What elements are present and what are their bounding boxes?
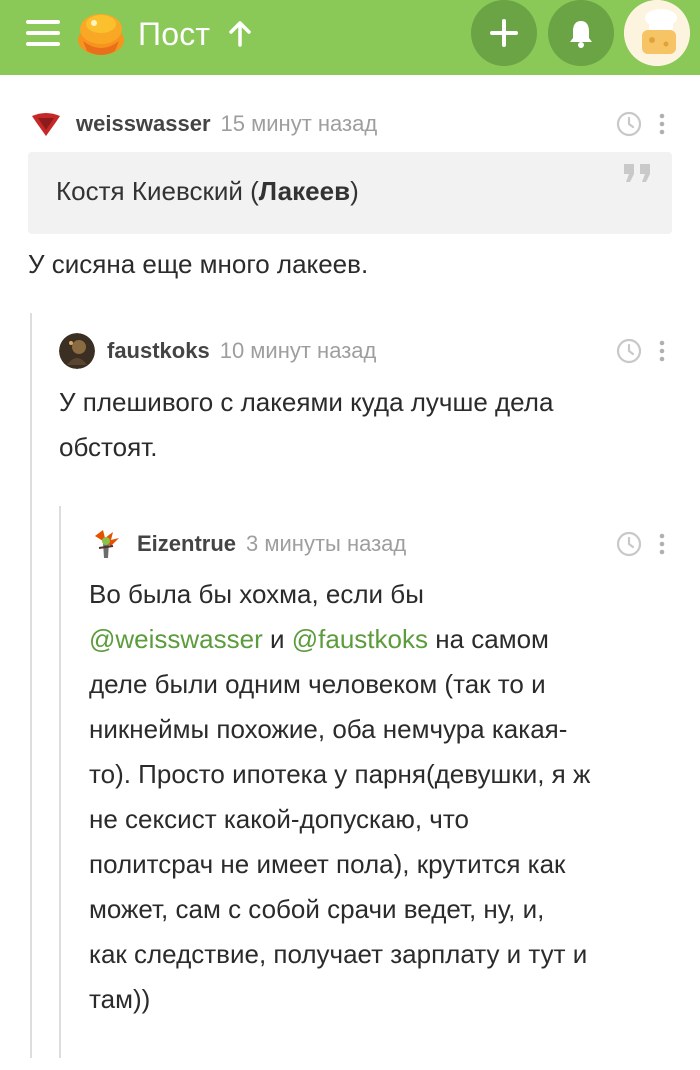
avatar[interactable] (89, 526, 125, 562)
comment-username[interactable]: weisswasser (76, 111, 211, 137)
add-post-button[interactable] (471, 0, 537, 66)
comment-line: У плешивого с лакеями куда лучше дела (59, 387, 554, 417)
top-bar: Пост (0, 0, 700, 75)
comment-tools (616, 526, 666, 562)
comment-line: как следствие, получает зарплату и тут и (89, 939, 588, 969)
comment-timestamp: 15 минут назад (220, 111, 378, 136)
comment-line: не сексист какой-допускаю, что (89, 804, 469, 834)
clock-icon[interactable] (616, 111, 642, 137)
quote-text: Костя Киевский (Лакеев) (56, 176, 359, 207)
comment-header: faustkoks 10 минут назад (59, 333, 376, 369)
arrow-up-icon[interactable] (228, 21, 252, 47)
clock-icon[interactable] (616, 531, 642, 557)
quote-end: ) (350, 176, 359, 206)
comment-line: @weisswasser и @faustkoks на самом (89, 617, 679, 662)
comment-fragment: на самом (427, 624, 549, 654)
notifications-button[interactable] (548, 0, 614, 66)
thread-branch-line[interactable] (59, 506, 61, 1058)
chef-avatar-icon (624, 0, 690, 66)
plus-icon (490, 19, 518, 47)
comment-username[interactable]: Eizentrue (137, 531, 236, 557)
comment-line: никнеймы похожие, оба немчура какая- (89, 714, 568, 744)
comment-line: то). Просто ипотека у парня(девушки, я ж (89, 759, 591, 789)
quote-icon (624, 164, 650, 182)
clock-icon[interactable] (616, 338, 642, 364)
comment-tools (616, 106, 666, 142)
more-options-icon[interactable] (658, 339, 666, 363)
comment-username[interactable]: faustkoks (107, 338, 210, 364)
quote-bold: Лакеев (258, 176, 351, 206)
comment-timestamp: 10 минут назад (219, 338, 377, 363)
quote-name: Костя Киевский ( (56, 176, 259, 206)
page-title: Пост (138, 15, 211, 52)
comment-header: weisswasser 15 минут назад (28, 106, 377, 142)
post-title[interactable]: Пост (138, 14, 252, 54)
bell-icon (570, 21, 592, 48)
comment-fragment: и (262, 624, 292, 654)
mention-link[interactable]: @weisswasser (89, 624, 263, 654)
logo-icon[interactable] (75, 7, 127, 59)
comment-line: обстоят. (59, 432, 158, 462)
comment-line: политсрач не имеет пола), крутится как (89, 849, 566, 879)
comment-text: Во была бы хохма, если бы @weisswasser и… (89, 572, 679, 1022)
avatar[interactable] (59, 333, 95, 369)
comment-line: может, сам с собой срачи ведет, ну, и, (89, 894, 545, 924)
thread-branch-line[interactable] (30, 313, 32, 1058)
menu-icon[interactable] (26, 20, 60, 46)
comment-text: У плешивого с лакеями куда лучше дела об… (59, 380, 553, 470)
comment-timestamp: 3 минуты назад (246, 531, 407, 556)
comment-header: Eizentrue 3 минуты назад (89, 526, 406, 562)
comment-line: там)) (89, 984, 151, 1014)
comment-tools (616, 333, 666, 369)
more-options-icon[interactable] (658, 532, 666, 556)
comment-line: Во была бы хохма, если бы (89, 579, 424, 609)
comment-text: У сисяна еще много лакеев. (28, 249, 369, 279)
more-options-icon[interactable] (658, 112, 666, 136)
avatar[interactable] (28, 106, 64, 142)
mention-link[interactable]: @faustkoks (292, 624, 428, 654)
user-avatar[interactable] (624, 0, 690, 66)
quote-block: Костя Киевский (Лакеев) (28, 152, 672, 234)
comment-line: деле были одним человеком (так то и (89, 669, 546, 699)
